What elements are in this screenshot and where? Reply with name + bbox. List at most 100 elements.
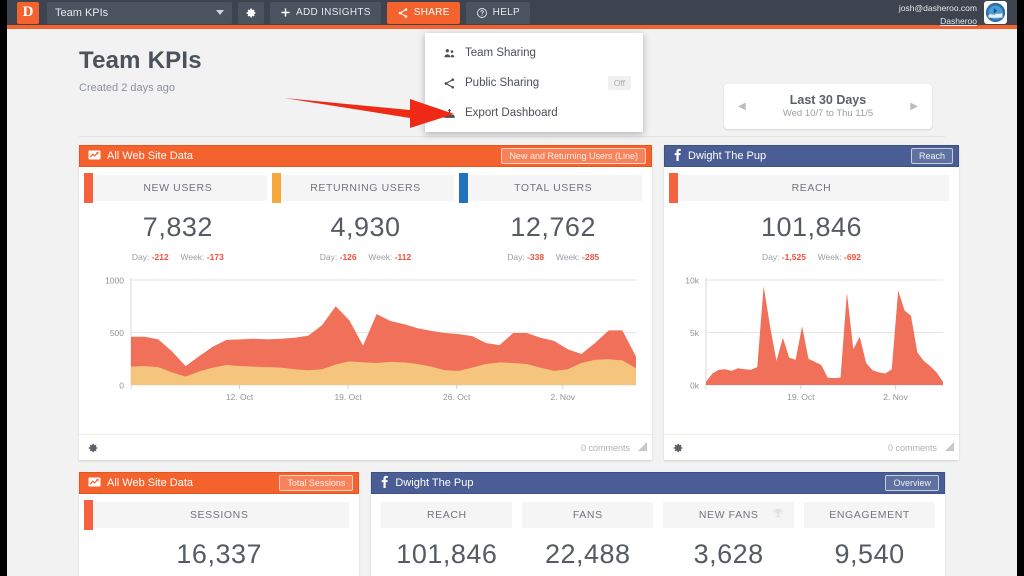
- date-range-selector[interactable]: ◀ Last 30 Days Wed 10/7 to Thu 11/5 ▶: [724, 84, 932, 129]
- widget-total-sessions[interactable]: All Web Site Data Total Sessions SESSION…: [79, 472, 359, 576]
- svg-text:0: 0: [119, 381, 124, 391]
- widget-source: All Web Site Data: [88, 149, 501, 164]
- widget-tag[interactable]: Overview: [885, 475, 939, 491]
- widget-row: All Web Site Data New and Returning User…: [79, 145, 945, 460]
- svg-text:2. Nov: 2. Nov: [883, 392, 908, 402]
- svg-text:19. Oct: 19. Oct: [787, 392, 815, 402]
- google-analytics-icon: [88, 476, 101, 491]
- widget-new-returning-users[interactable]: All Web Site Data New and Returning User…: [79, 145, 652, 460]
- date-range-value: Wed 10/7 to Thu 11/5: [783, 108, 873, 120]
- google-analytics-icon: [88, 149, 101, 164]
- metric-value: 7,832: [89, 201, 267, 243]
- widget-tag[interactable]: Total Sessions: [279, 475, 353, 491]
- delta-day-label: Day:: [320, 252, 337, 262]
- top-toolbar: D Team KPIs ADD INSIGHTS: [7, 0, 1017, 29]
- delta-week-label: Week:: [368, 252, 392, 262]
- avatar[interactable]: [984, 1, 1007, 24]
- widget-facebook-overview[interactable]: Dwight The Pup Overview REACH 101,846 FA…: [371, 472, 945, 576]
- gear-icon[interactable]: [672, 442, 684, 454]
- add-insights-button[interactable]: ADD INSIGHTS: [270, 2, 381, 24]
- plus-icon: [280, 7, 291, 18]
- gear-icon: [245, 7, 257, 19]
- metric-label-bar: ENGAGEMENT: [804, 502, 935, 528]
- metric-returning-users: RETURNING USERS 4,930 Day: -126 Week: -1…: [277, 175, 455, 262]
- metric-label-bar: REACH: [381, 502, 512, 528]
- team-sharing-icon: [443, 47, 465, 60]
- metric-label: NEW FANS: [699, 509, 759, 521]
- user-text: josh@dasheroo.com Dasheroo: [899, 0, 977, 27]
- metric-label-bar: RETURNING USERS: [277, 175, 455, 201]
- public-sharing-icon: [443, 77, 465, 90]
- date-range-label: Last 30 Days: [783, 92, 873, 108]
- area-chart-svg: 0k5k10k19. Oct2. Nov: [674, 272, 949, 407]
- delta-week-value: -285: [582, 252, 599, 262]
- share-button[interactable]: SHARE: [387, 2, 460, 24]
- widget-metrics: REACH 101,846 FANS 22,488 NEW FANS: [371, 494, 945, 570]
- chevron-down-icon: [216, 10, 224, 15]
- metric-sessions: SESSIONS 16,337: [89, 502, 349, 570]
- metric-value: 3,628: [663, 528, 794, 570]
- metric-label: TOTAL USERS: [514, 182, 592, 194]
- delta-day-label: Day:: [507, 252, 524, 262]
- metric-delta: Day: -212 Week: -173: [89, 243, 267, 262]
- metric-total-users: TOTAL USERS 12,762 Day: -338 Week: -285: [464, 175, 642, 262]
- widget-footer: 0 comments: [79, 434, 652, 460]
- widget-footer: 0 comments: [664, 434, 959, 460]
- metric-fans: FANS 22,488: [522, 502, 653, 570]
- delta-week-value: -692: [844, 252, 861, 262]
- public-sharing-status-badge[interactable]: Off: [608, 76, 631, 90]
- delta-day-label: Day:: [762, 252, 779, 262]
- widget-tag[interactable]: Reach: [911, 148, 953, 164]
- widget-tag[interactable]: New and Returning Users (Line): [501, 148, 646, 164]
- menu-item-public-sharing[interactable]: Public Sharing Off: [425, 68, 643, 98]
- widget-header: Dwight The Pup Reach: [664, 145, 959, 167]
- dashboard-selector-label: Team KPIs: [55, 7, 108, 19]
- widget-reach[interactable]: Dwight The Pup Reach REACH 101,846 Day: …: [664, 145, 959, 460]
- menu-item-team-sharing[interactable]: Team Sharing: [425, 38, 643, 68]
- delta-day-value: -1,525: [782, 252, 806, 262]
- widget-metrics: SESSIONS 16,337: [79, 494, 359, 570]
- widget-metrics: REACH 101,846 Day: -1,525 Week: -692: [664, 167, 959, 262]
- metric-delta: Day: -1,525 Week: -692: [674, 243, 949, 262]
- help-label: HELP: [493, 7, 520, 18]
- triangle-left-icon[interactable]: ◀: [738, 101, 746, 112]
- help-button[interactable]: HELP: [466, 2, 530, 24]
- delta-day-value: -212: [152, 252, 169, 262]
- dashboard-selector[interactable]: Team KPIs: [47, 2, 232, 24]
- metric-reach: REACH 101,846: [381, 502, 512, 570]
- widget-row: All Web Site Data Total Sessions SESSION…: [79, 472, 945, 576]
- svg-text:12. Oct: 12. Oct: [226, 392, 254, 402]
- metric-color-swatch: [459, 173, 468, 203]
- app-frame: D Team KPIs ADD INSIGHTS: [0, 0, 1024, 576]
- gear-icon[interactable]: [87, 442, 99, 454]
- resize-handle-icon[interactable]: [944, 439, 955, 457]
- dashboard-settings-button[interactable]: [238, 2, 264, 24]
- widget-source: Dwight The Pup: [673, 148, 911, 164]
- svg-text:500: 500: [110, 328, 124, 338]
- resize-handle-icon[interactable]: [637, 439, 648, 457]
- metric-label: SESSIONS: [190, 509, 248, 521]
- facebook-icon: [380, 475, 389, 491]
- dasheroo-logo[interactable]: D: [17, 2, 39, 24]
- widget-source: All Web Site Data: [88, 476, 279, 491]
- menu-item-label: Export Dashboard: [465, 107, 631, 119]
- user-email: josh@dasheroo.com: [899, 3, 977, 13]
- dashboard-grid: All Web Site Data New and Returning User…: [7, 137, 1017, 576]
- metric-label: NEW USERS: [143, 182, 212, 194]
- share-icon: [397, 7, 409, 19]
- svg-text:2. Nov: 2. Nov: [550, 392, 575, 402]
- svg-text:26. Oct: 26. Oct: [443, 392, 471, 402]
- metric-value: 12,762: [464, 201, 642, 243]
- triangle-right-icon[interactable]: ▶: [910, 101, 918, 112]
- widget-metrics: NEW USERS 7,832 Day: -212 Week: -173: [79, 167, 652, 262]
- user-account[interactable]: josh@dasheroo.com Dasheroo: [899, 0, 1009, 27]
- metric-label: REACH: [792, 182, 832, 194]
- delta-week-value: -173: [207, 252, 224, 262]
- menu-item-export-dashboard[interactable]: Export Dashboard: [425, 98, 643, 128]
- metric-label-bar: REACH: [674, 175, 949, 201]
- metric-color-swatch: [272, 173, 281, 203]
- facebook-icon: [673, 148, 682, 164]
- comments-count[interactable]: 0 comments: [888, 443, 951, 453]
- metric-label-bar: NEW FANS: [663, 502, 794, 528]
- comments-count[interactable]: 0 comments: [581, 443, 644, 453]
